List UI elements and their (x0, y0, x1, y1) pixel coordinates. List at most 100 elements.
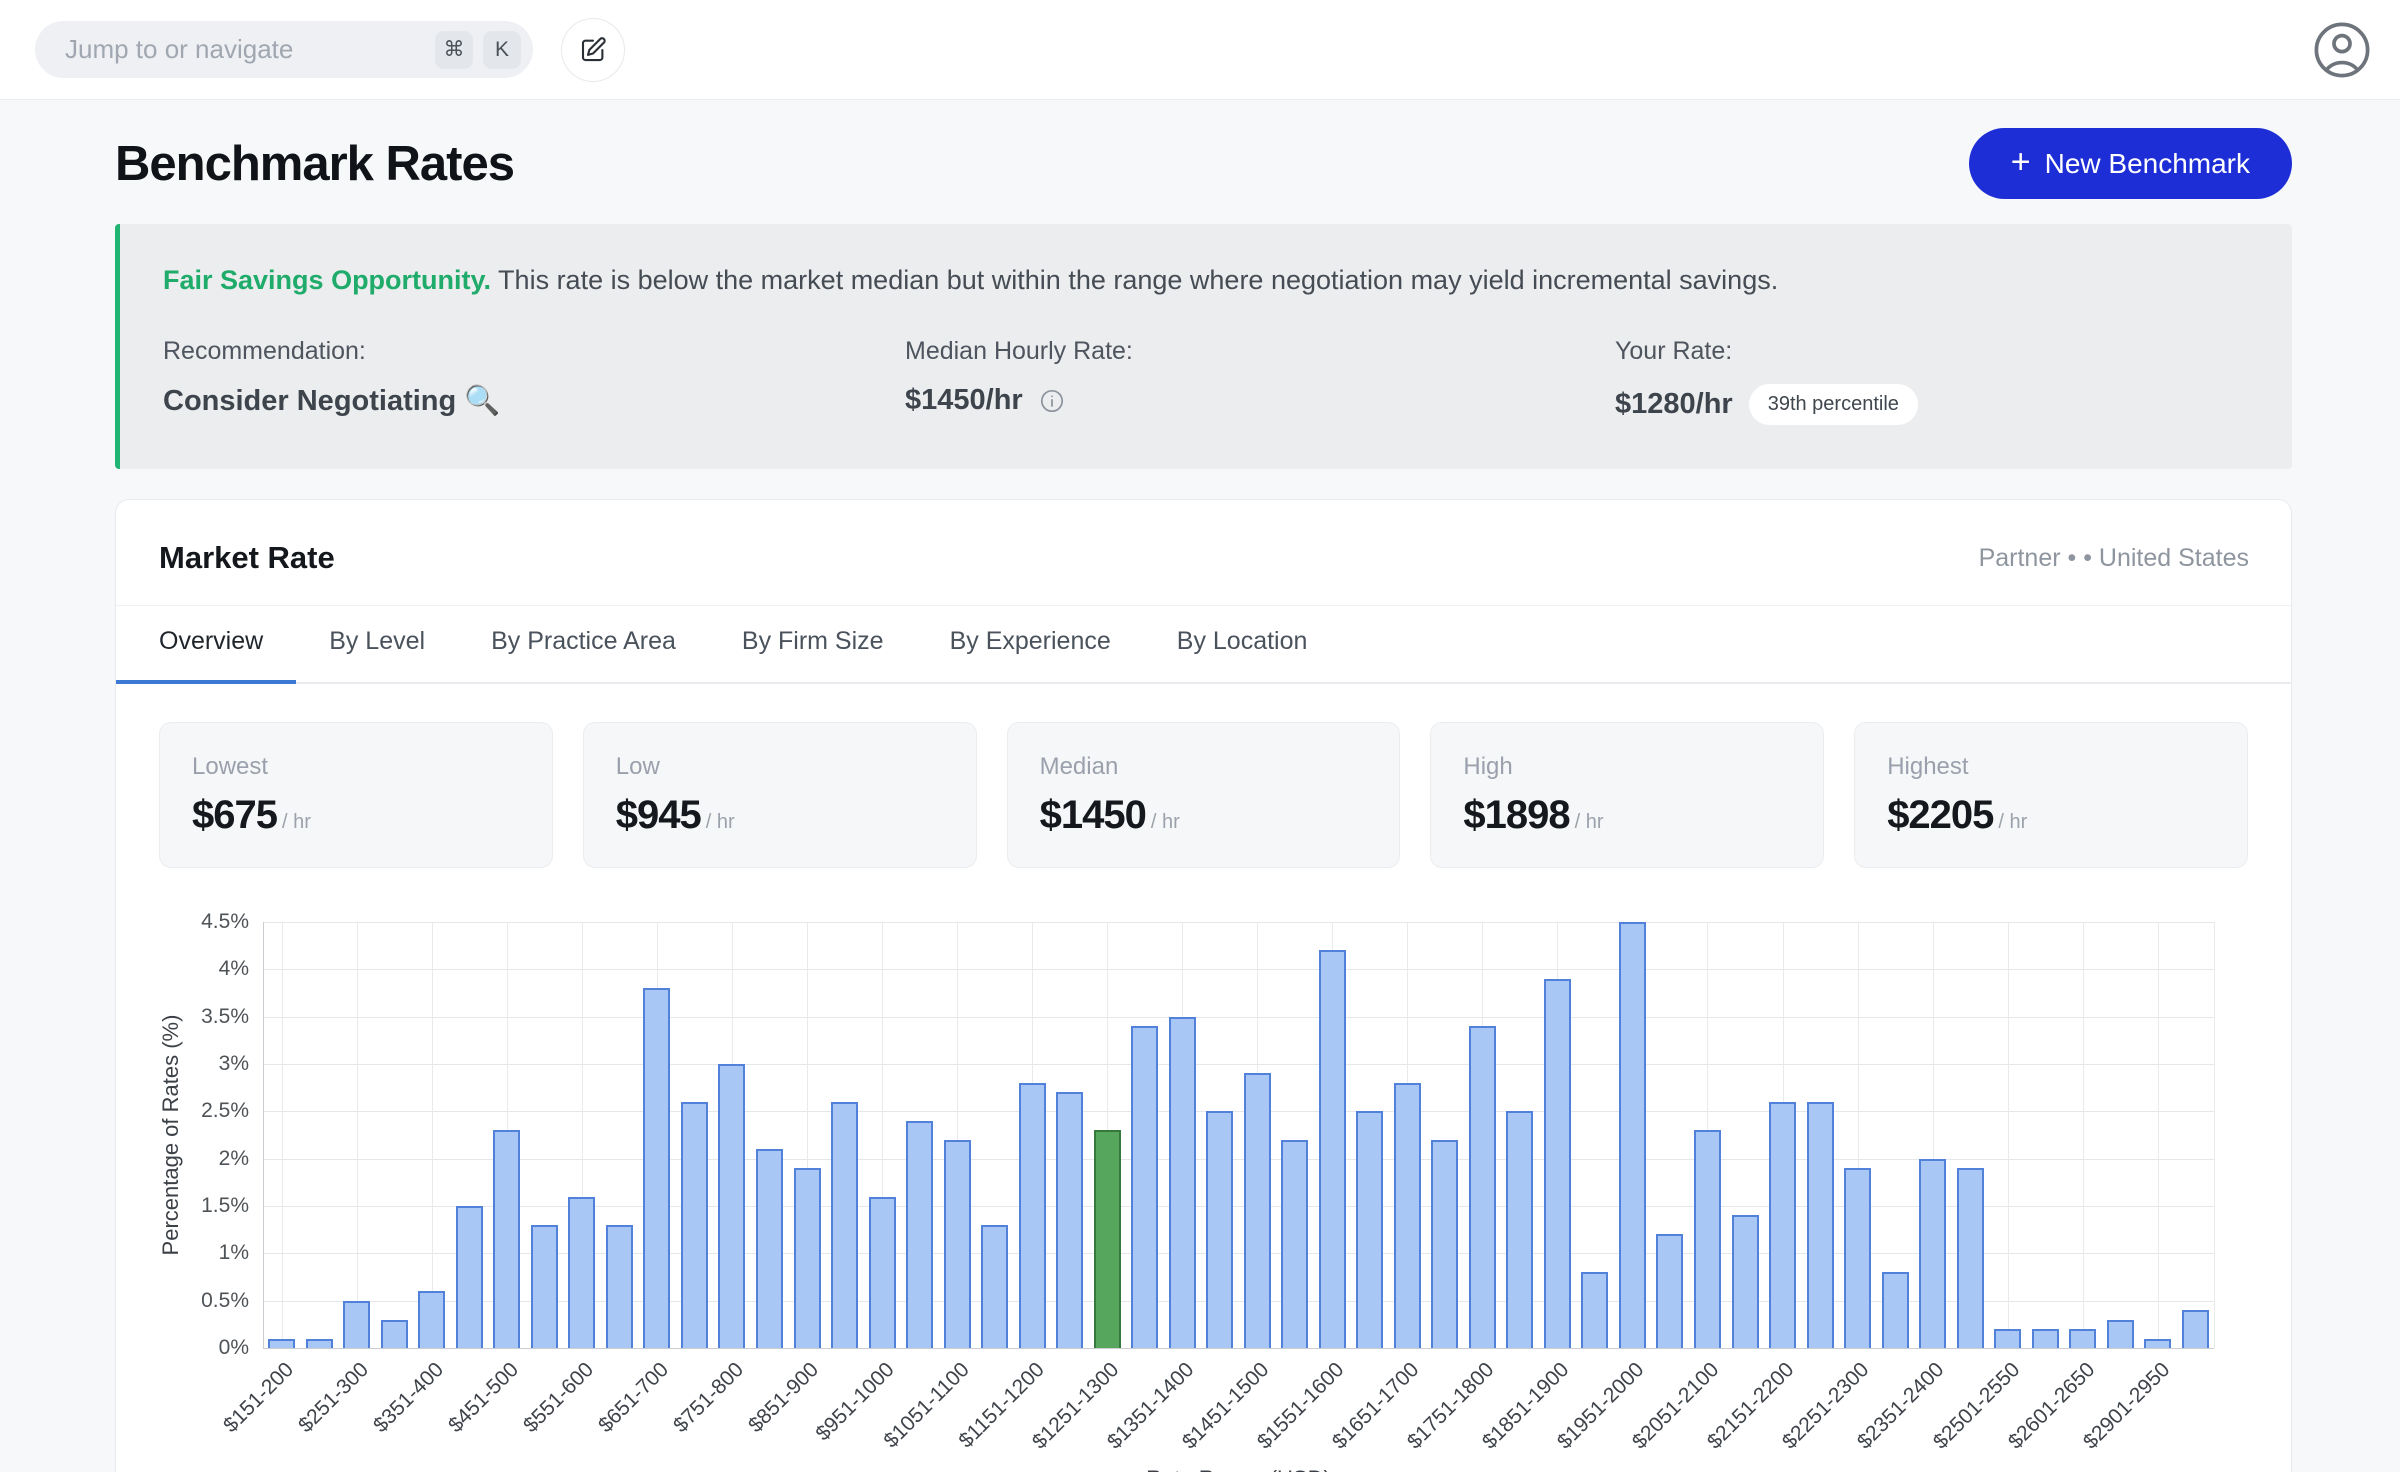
bar (381, 1320, 408, 1348)
edit-pencil-icon (578, 35, 608, 65)
recommendation-value: Consider Negotiating 🔍 (163, 384, 500, 418)
stat-label: High (1463, 753, 1791, 781)
y-tick-label: 4% (115, 957, 249, 981)
bar (1244, 1073, 1271, 1348)
stat-value: $1898 (1463, 793, 1569, 838)
alert-headline: Fair Savings Opportunity. This rate is b… (163, 263, 2249, 297)
search-placeholder: Jump to or navigate (65, 34, 425, 65)
bar (1994, 1329, 2021, 1348)
stat-card-lowest: Lowest $675/ hr (159, 722, 553, 868)
y-axis-line (263, 922, 264, 1348)
y-tick-label: 0.5% (115, 1289, 249, 1313)
stat-suffix: / hr (282, 811, 311, 834)
bar (1581, 1272, 1608, 1348)
bar (869, 1197, 896, 1348)
your-rate-label: Your Rate: (1615, 337, 2249, 366)
bar (1506, 1111, 1533, 1348)
bar (1769, 1102, 1796, 1348)
bar (268, 1339, 295, 1348)
tab-overview[interactable]: Overview (116, 606, 296, 684)
bar (1469, 1026, 1496, 1348)
rate-stat-cards: Lowest$675/ hrLow$945/ hrMedian$1450/ hr… (116, 722, 2291, 868)
stat-card-median: Median$1450/ hr (1007, 722, 1401, 868)
plus-icon: + (2011, 145, 2031, 179)
bar (2107, 1320, 2134, 1348)
median-hourly-rate-value: $1450/hr (905, 384, 1023, 417)
k-key-badge: K (483, 31, 521, 69)
bar (1394, 1083, 1421, 1348)
bar (1844, 1168, 1871, 1348)
gridline (263, 1064, 2214, 1065)
bar (944, 1140, 971, 1348)
bar (1019, 1083, 1046, 1348)
bar (718, 1064, 745, 1348)
x-axis-line (263, 1348, 2214, 1349)
bar (456, 1206, 483, 1348)
rate-distribution-chart: 0%0.5%1%1.5%2%2.5%3%3.5%4%4.5%$151-200$2… (116, 892, 2291, 1472)
y-tick-label: 4.5% (115, 910, 249, 934)
bar (2182, 1310, 2209, 1348)
person-circle-icon (2310, 18, 2374, 82)
bar (1169, 1017, 1196, 1348)
bar (606, 1225, 633, 1348)
page-content: Benchmark Rates + New Benchmark Fair Sav… (0, 128, 2400, 1472)
median-hourly-rate-label: Median Hourly Rate: (905, 337, 1615, 366)
gridline (282, 922, 283, 1348)
bar (568, 1197, 595, 1348)
x-axis-title: Rate Range (USD) (1146, 1466, 1331, 1472)
stat-label: Median (1040, 753, 1368, 781)
y-axis-title: Percentage of Rates (%) (158, 1015, 184, 1256)
page-title: Benchmark Rates (115, 136, 514, 192)
bar (1619, 922, 1646, 1348)
your-rate-column: Your Rate: $1280/hr 39th percentile (1615, 337, 2249, 425)
gridline (263, 1111, 2214, 1112)
tab-by-location[interactable]: By Location (1144, 606, 1341, 684)
tab-by-level[interactable]: By Level (296, 606, 458, 684)
bar (493, 1130, 520, 1348)
market-rate-card: Market Rate Partner • • United States Ov… (115, 499, 2292, 1472)
bar (418, 1291, 445, 1348)
compose-button[interactable] (561, 18, 625, 82)
stat-suffix: / hr (1575, 811, 1604, 834)
bar (831, 1102, 858, 1348)
user-avatar[interactable] (2309, 17, 2375, 83)
bar (681, 1102, 708, 1348)
info-icon[interactable] (1039, 388, 1065, 414)
gridline (432, 922, 433, 1348)
market-rate-tabs: OverviewBy LevelBy Practice AreaBy Firm … (116, 605, 2291, 684)
bar (1431, 1140, 1458, 1348)
search-input[interactable]: Jump to or navigate ⌘ K (35, 21, 533, 78)
gridline (263, 922, 2214, 923)
bar (306, 1339, 333, 1348)
bar (1356, 1111, 1383, 1348)
bar (1206, 1111, 1233, 1348)
new-benchmark-button[interactable]: + New Benchmark (1969, 128, 2292, 199)
stat-card-high: High $1898 / hr (1430, 722, 1824, 868)
tab-by-practice-area[interactable]: By Practice Area (458, 606, 709, 684)
stat-value: $675 (192, 793, 277, 838)
stat-label: Low (616, 753, 944, 781)
bar (906, 1121, 933, 1348)
gridline (2083, 922, 2084, 1348)
median-hourly-rate-column: Median Hourly Rate: $1450/hr (905, 337, 1615, 425)
bar (1732, 1215, 1759, 1348)
gridline (263, 1017, 2214, 1018)
gridline (2008, 922, 2009, 1348)
bar (1882, 1272, 1909, 1348)
gridline (2158, 922, 2159, 1348)
highlighted-bar (1094, 1130, 1121, 1348)
percentile-badge: 39th percentile (1749, 384, 1918, 425)
tab-by-firm-size[interactable]: By Firm Size (709, 606, 917, 684)
stat-value: $1450 (1040, 793, 1146, 838)
bar (794, 1168, 821, 1348)
tab-by-experience[interactable]: By Experience (917, 606, 1144, 684)
stat-value: $2205 (1887, 793, 1993, 838)
bar (531, 1225, 558, 1348)
stat-card-low: Low$945/ hr (583, 722, 977, 868)
command-key-badge: ⌘ (435, 31, 473, 69)
bar (981, 1225, 1008, 1348)
stat-label: Lowest (192, 753, 520, 781)
y-tick-label: 0% (115, 1336, 249, 1360)
recommendation-column: Recommendation: Consider Negotiating 🔍 (163, 337, 905, 425)
bar (1656, 1234, 1683, 1348)
